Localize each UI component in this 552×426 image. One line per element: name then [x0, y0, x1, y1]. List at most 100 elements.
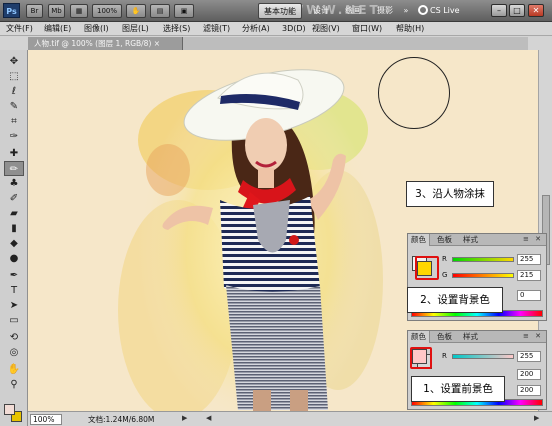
menu-edit[interactable]: 编辑(E): [44, 23, 71, 35]
panel-menu-icon[interactable]: ≡ ✕: [523, 332, 543, 340]
type-tool[interactable]: T: [4, 283, 24, 298]
grid-icon: ▦: [75, 7, 83, 15]
minimize-button[interactable]: –: [491, 4, 507, 17]
eyedropper-tool[interactable]: ✑: [4, 129, 24, 144]
clone-stamp-tool[interactable]: ♣: [4, 176, 24, 191]
panel-menu-icon[interactable]: ≡ ✕: [523, 235, 543, 243]
layout-icon: ▤: [156, 7, 164, 15]
tab-styles[interactable]: 样式: [460, 234, 481, 246]
channel-g-slider[interactable]: [452, 273, 514, 278]
close-button[interactable]: ✕: [528, 4, 544, 17]
menu-filter[interactable]: 滤镜(T): [203, 23, 230, 35]
channel-g-row: G 215: [442, 270, 546, 281]
3d-rotate-tool-icon: ⟲: [9, 332, 19, 343]
tools-panel: ✥ ⬚ ℓ ✎ ⌗ ✑ ✚ ✏ ♣ ✐ ▰ ▮ ◆ ● ✒ T ➤ ▭ ⟲ ◎ …: [0, 50, 28, 426]
foreground-color-swatch[interactable]: [4, 404, 15, 415]
scroll-right-icon[interactable]: ▶: [534, 414, 539, 422]
view-extras-button[interactable]: ▦: [70, 4, 88, 18]
tab-color[interactable]: 颜色: [408, 331, 430, 343]
foreground-background-swatches[interactable]: [4, 404, 24, 424]
channel-g-input[interactable]: 200: [517, 369, 541, 380]
screen-mode-button[interactable]: ▣: [174, 4, 194, 18]
workspace-essentials-button[interactable]: 基本功能: [258, 3, 302, 19]
lasso-tool[interactable]: ℓ: [4, 84, 24, 99]
3d-rotate-tool[interactable]: ⟲: [4, 330, 24, 345]
tab-color[interactable]: 颜色: [408, 234, 430, 246]
blur-tool[interactable]: ◆: [4, 236, 24, 251]
menu-window[interactable]: 窗口(W): [352, 23, 382, 35]
shape-tool[interactable]: ▭: [4, 313, 24, 328]
workspace-painting-button[interactable]: 绘画: [341, 3, 365, 19]
hand-tool-button[interactable]: ✋: [126, 4, 146, 18]
marquee-tool[interactable]: ⬚: [4, 69, 24, 84]
application-bar: Ps Br Mb ▦ 100% ✋ ▤ ▣ WWW.NET 基本功能 设计 绘画…: [0, 0, 552, 22]
pen-tool[interactable]: ✒: [4, 268, 24, 283]
menu-file[interactable]: 文件(F): [6, 23, 33, 35]
3d-orbit-tool[interactable]: ◎: [4, 345, 24, 360]
hand-icon: ✋: [131, 7, 141, 15]
eraser-tool[interactable]: ▰: [4, 206, 24, 221]
channel-b-input[interactable]: 200: [517, 385, 541, 396]
clone-stamp-tool-icon: ♣: [9, 178, 19, 189]
path-select-tool[interactable]: ➤: [4, 298, 24, 313]
pen-tool-icon: ✒: [9, 270, 19, 281]
history-brush-tool[interactable]: ✐: [4, 191, 24, 206]
more-workspaces-button[interactable]: »: [401, 3, 411, 19]
workspace-design-button[interactable]: 设计: [309, 3, 333, 19]
channel-r-input[interactable]: 255: [517, 254, 541, 265]
menu-layer[interactable]: 图层(L): [122, 23, 149, 35]
menu-image[interactable]: 图像(I): [84, 23, 109, 35]
scroll-left-icon[interactable]: ◀: [206, 414, 211, 422]
move-tool-icon: ✥: [9, 56, 19, 67]
tab-styles[interactable]: 样式: [460, 331, 481, 343]
highlight-ring-background: [415, 256, 439, 280]
menu-3d[interactable]: 3D(D): [282, 23, 306, 35]
menu-bar: 文件(F) 编辑(E) 图像(I) 图层(L) 选择(S) 滤镜(T) 分析(A…: [0, 22, 552, 36]
arrange-documents-button[interactable]: ▤: [150, 4, 170, 18]
status-zoom-field[interactable]: 100%: [30, 414, 62, 425]
dodge-tool-icon: ●: [9, 253, 19, 264]
callout-step-3: 3、沿人物涂抹: [406, 181, 494, 207]
channel-r-slider[interactable]: [452, 354, 514, 359]
tab-swatches[interactable]: 色板: [434, 234, 455, 246]
crop-tool-icon: ⌗: [11, 116, 17, 127]
launch-bridge-button[interactable]: Br: [26, 4, 43, 18]
path-select-tool-icon: ➤: [9, 300, 19, 311]
cs-live-button[interactable]: CS Live: [418, 3, 468, 19]
status-menu-arrow[interactable]: ▶: [182, 414, 187, 422]
crop-tool[interactable]: ⌗: [4, 114, 24, 129]
menu-view[interactable]: 视图(V): [312, 23, 340, 35]
document-tab-bar: 人物.tif @ 100% (图层 1, RGB/8) ×: [28, 37, 528, 50]
document-tab[interactable]: 人物.tif @ 100% (图层 1, RGB/8) ×: [28, 37, 183, 50]
minimize-icon: –: [497, 6, 501, 15]
menu-analysis[interactable]: 分析(A): [242, 23, 270, 35]
gradient-tool[interactable]: ▮: [4, 221, 24, 236]
type-tool-icon: T: [10, 285, 18, 296]
channel-b-input[interactable]: 0: [517, 290, 541, 301]
channel-g-input[interactable]: 215: [517, 270, 541, 281]
channel-r-slider[interactable]: [452, 257, 514, 262]
zoom-level-dropdown[interactable]: 100%: [92, 4, 122, 18]
watermark: WWW.NET: [290, 3, 381, 17]
color-panel-tabs: 颜色 色板 样式 ≡ ✕: [408, 234, 546, 246]
callout-step-2: 2、设置背景色: [407, 287, 503, 313]
document-size-info: 文档:1.24M/6.80M: [88, 415, 155, 424]
quick-select-tool[interactable]: ✎: [4, 99, 24, 114]
maximize-button[interactable]: □: [509, 4, 525, 17]
brush-tool[interactable]: ✏: [4, 161, 24, 176]
dodge-tool[interactable]: ●: [4, 251, 24, 266]
tab-swatches[interactable]: 色板: [434, 331, 455, 343]
highlight-ring-foreground: [410, 347, 432, 369]
launch-mini-bridge-button[interactable]: Mb: [48, 4, 65, 18]
workspace-photography-button[interactable]: 摄影: [373, 3, 397, 19]
hand-tool[interactable]: ✋: [4, 362, 24, 377]
menu-help[interactable]: 帮助(H): [396, 23, 424, 35]
zoom-tool[interactable]: ⚲: [4, 377, 24, 392]
menu-select[interactable]: 选择(S): [163, 23, 190, 35]
channel-r-input[interactable]: 255: [517, 351, 541, 362]
blur-tool-icon: ◆: [10, 238, 18, 249]
status-bar: 100% 文档:1.24M/6.80M ▶ ◀ ▶: [28, 411, 552, 426]
photoshop-logo: Ps: [3, 3, 20, 18]
healing-tool[interactable]: ✚: [4, 146, 24, 161]
move-tool[interactable]: ✥: [4, 54, 24, 69]
